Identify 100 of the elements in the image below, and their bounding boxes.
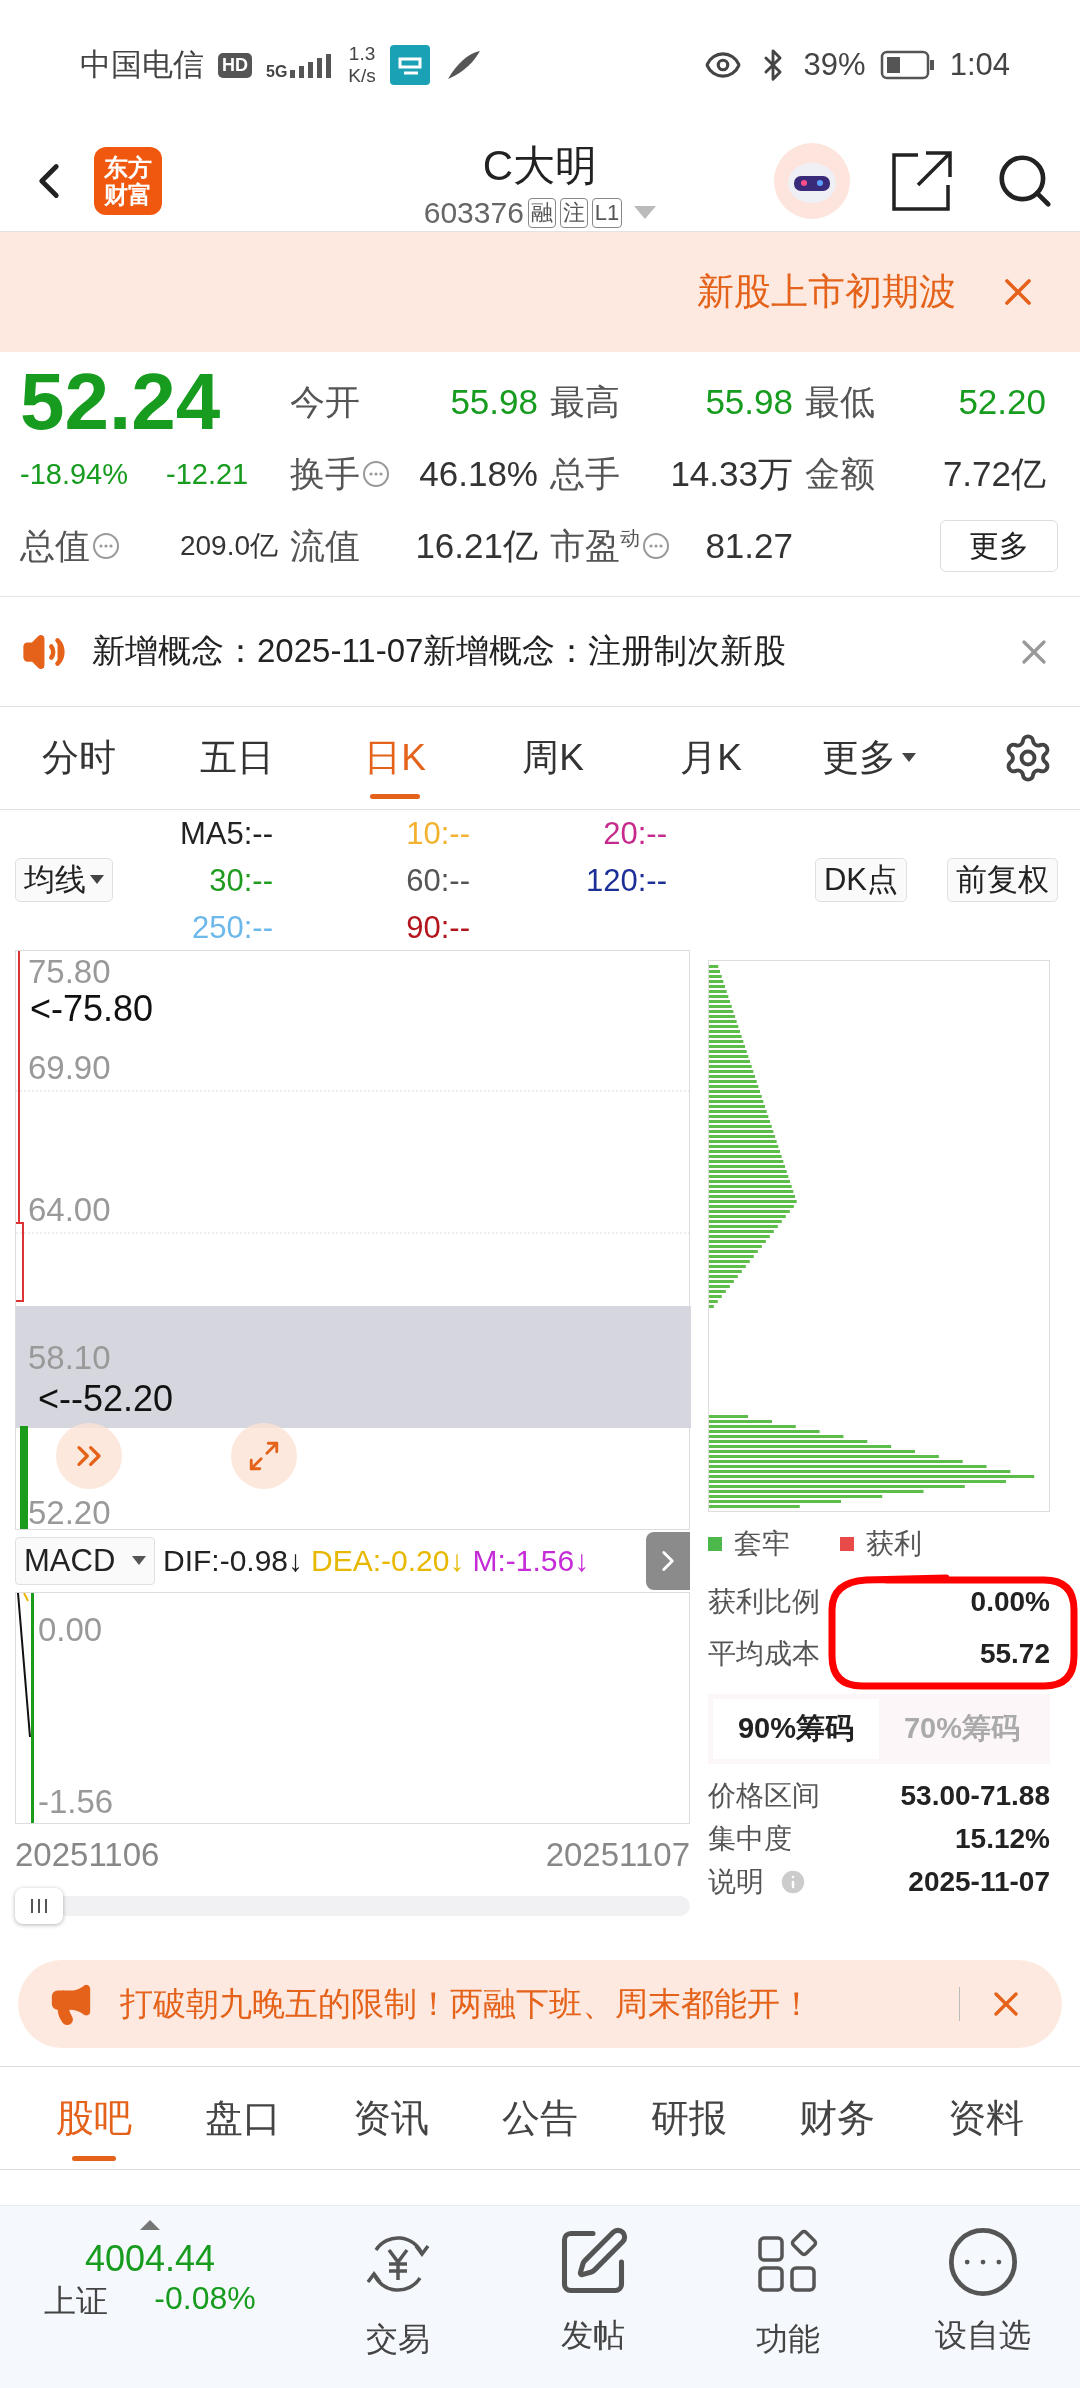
app-logo: 东方 财富 xyxy=(94,146,162,215)
clock: 1:04 xyxy=(949,47,1010,83)
chip-stat-value: 15.12% xyxy=(955,1822,1050,1855)
dropdown-caret-icon xyxy=(902,753,916,763)
content-tab[interactable]: 资讯 xyxy=(347,2067,436,2169)
dropdown-caret-icon[interactable] xyxy=(634,206,657,220)
indicator-selector[interactable]: MACD xyxy=(15,1537,155,1585)
high-price-marker: <-75.80 xyxy=(30,991,154,1027)
macd-axis-label: 0.00 xyxy=(38,1613,103,1646)
chip-stat-label: 获利比例 xyxy=(708,1585,820,1619)
stat-label: 最低 xyxy=(805,380,875,423)
expand-panel-button[interactable] xyxy=(646,1532,690,1590)
low-price-marker: <--52.20 xyxy=(38,1381,174,1417)
stock-tag: 融 xyxy=(527,198,556,228)
chip-stat-value: 55.72 xyxy=(979,1638,1050,1670)
chart-tab[interactable]: 周K xyxy=(474,707,632,809)
current-price: 52.24 xyxy=(20,366,222,438)
nav-item[interactable]: 功能 xyxy=(690,2218,885,2388)
robot-icon[interactable] xyxy=(774,142,850,219)
stat-value: 16.21亿 xyxy=(415,524,538,567)
chip-stat-label: 说明 xyxy=(708,1864,764,1899)
content-tab[interactable]: 资料 xyxy=(941,2067,1030,2169)
dropdown-caret-icon xyxy=(132,1556,146,1566)
share-icon[interactable] xyxy=(890,148,954,213)
stat-label: 总手 xyxy=(550,452,620,495)
ma-value: 120:-- xyxy=(585,861,667,900)
chart-tab[interactable]: 更多 xyxy=(790,707,948,809)
stat-label: 市盈$^{动}$ xyxy=(550,524,640,567)
banner-text: 新股上市初期波 xyxy=(697,270,956,314)
more-button[interactable]: 更多 xyxy=(940,520,1058,572)
chart-tab[interactable]: 月K xyxy=(632,707,790,809)
stat-value: 209.0亿 xyxy=(179,529,278,563)
chip-stat-value: 2025-11-07 xyxy=(908,1865,1050,1898)
macd-value: M:-1.56↓ xyxy=(472,1544,590,1578)
date-label: 20251107 xyxy=(545,1836,690,1874)
stat-label: 金额 xyxy=(805,452,875,495)
stat-value: 52.20 xyxy=(958,382,1046,422)
change-amount: -12.21 xyxy=(166,457,249,491)
ma-selector[interactable]: 均线 xyxy=(15,858,113,902)
stat-value: 81.27 xyxy=(705,526,793,566)
more-info-icon[interactable] xyxy=(362,460,390,488)
content-tab[interactable]: 公告 xyxy=(495,2067,584,2169)
chart-tab[interactable]: 分时 xyxy=(0,707,158,809)
chip-stat-label: 价格区间 xyxy=(708,1778,820,1813)
network-speed: 1.3 xyxy=(348,43,376,65)
stat-label: 最高 xyxy=(550,380,620,423)
nav-item[interactable]: 设自选 xyxy=(885,2218,1080,2388)
stock-name: C大明 xyxy=(482,141,598,191)
more-info-icon[interactable] xyxy=(92,532,120,560)
chart-option-button[interactable]: DK点 xyxy=(814,858,907,902)
index-quote[interactable]: 4004.44 上证 -0.08% xyxy=(0,2218,300,2388)
chip-range-tab[interactable]: 90%筹码 xyxy=(713,1699,879,1759)
ma-value: 250:-- xyxy=(191,908,273,947)
network-speed: K/s xyxy=(348,65,376,87)
more-info-icon[interactable] xyxy=(642,532,670,560)
stat-label: 今开 xyxy=(290,380,360,423)
date-label: 20251106 xyxy=(15,1836,160,1874)
stat-value: 7.72亿 xyxy=(942,452,1046,495)
price-axis-label: 75.80 xyxy=(28,955,111,988)
ma-value: MA5:-- xyxy=(179,814,273,853)
stat-value: 14.33万 xyxy=(670,452,793,495)
chip-stat-value: 53.00-71.88 xyxy=(900,1779,1050,1812)
ma-value: 10:-- xyxy=(405,814,470,853)
stat-value: 55.98 xyxy=(705,382,793,422)
content-tab[interactable]: 盘口 xyxy=(198,2067,287,2169)
grip-icon xyxy=(30,1899,48,1913)
change-percent: -18.94% xyxy=(20,457,128,491)
stat-label: 流值 xyxy=(290,524,360,567)
expand-caret-icon xyxy=(140,2220,160,2230)
notice-text: 新增概念：2025-11-07新增概念：注册制次新股 xyxy=(92,631,787,671)
stat-label: 总值 xyxy=(20,524,90,567)
dropdown-caret-icon xyxy=(90,875,104,885)
stock-code: 603376 xyxy=(423,196,524,230)
content-tab[interactable]: 财务 xyxy=(793,2067,882,2169)
carrier-name: 中国电信 xyxy=(80,46,204,84)
chart-tab[interactable]: 五日 xyxy=(158,707,316,809)
ma-value: 20:-- xyxy=(602,814,667,853)
ma-value: 60:-- xyxy=(405,861,470,900)
ma-value: 30:-- xyxy=(208,861,273,900)
price-axis-label: 69.90 xyxy=(28,1051,111,1084)
macd-value: DEA:-0.20↓ xyxy=(311,1544,465,1578)
chart-option-button[interactable]: 前复权 xyxy=(947,858,1058,902)
content-tab[interactable]: 研报 xyxy=(644,2067,733,2169)
battery-icon xyxy=(879,49,936,81)
stat-value: 55.98 xyxy=(450,382,538,422)
app-notification-icon xyxy=(389,45,430,85)
macd-value: DIF:-0.98↓ xyxy=(163,1544,304,1578)
nav-item[interactable]: 交易 xyxy=(300,2218,495,2388)
chip-stat-label: 集中度 xyxy=(708,1821,792,1856)
expand-icon xyxy=(247,1439,281,1473)
network-type: 5G xyxy=(266,64,288,80)
chip-stat-label: 平均成本 xyxy=(708,1637,820,1671)
stat-value: 46.18% xyxy=(419,454,538,494)
battery-percent: 39% xyxy=(803,47,866,83)
legend-label: 套牢 xyxy=(734,1527,790,1561)
scroll-handle[interactable] xyxy=(15,1888,63,1924)
ma-value: 90:-- xyxy=(405,908,470,947)
nav-item[interactable]: 发帖 xyxy=(495,2218,690,2388)
stat-label: 换手 xyxy=(290,452,360,495)
price-axis-label: 58.10 xyxy=(28,1341,111,1374)
